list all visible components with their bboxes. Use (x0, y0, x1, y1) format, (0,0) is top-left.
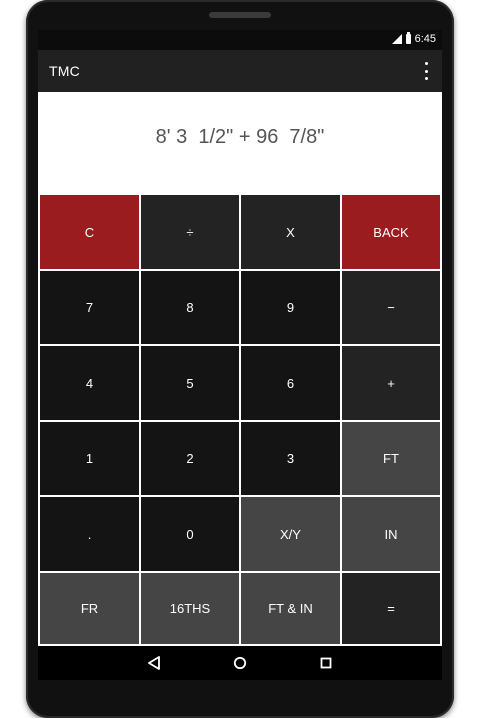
clear-key[interactable]: C (40, 195, 139, 269)
status-icons: 6:45 (391, 32, 436, 45)
overflow-menu-icon[interactable] (424, 62, 428, 80)
digit-0-key[interactable]: 0 (141, 497, 239, 571)
screen: 6:45 TMC 8' 3 1/2" + 96 7/8" C ÷ X BACK 7 8 9−… (38, 30, 442, 680)
digit-7-key[interactable]: 7 (40, 271, 139, 344)
digit-9-key[interactable]: 9 (241, 271, 340, 344)
digit-3-key[interactable]: 3 (241, 422, 340, 495)
equals-key[interactable]: = (342, 573, 440, 644)
digit-2-key[interactable]: 2 (141, 422, 239, 495)
digit-5-key[interactable]: 5 (141, 346, 239, 420)
feet-inches-key[interactable]: FT & IN (241, 573, 340, 644)
feet-key[interactable]: FT (342, 422, 440, 495)
digit-6-key[interactable]: 6 (241, 346, 340, 420)
nav-home-icon[interactable] (231, 654, 249, 672)
nav-back-icon[interactable] (145, 654, 163, 672)
expression-text: 8' 3 1/2" + 96 7/8" (155, 126, 325, 148)
inches-key[interactable]: IN (342, 497, 440, 571)
status-bar: 6:45 (38, 30, 442, 50)
navigation-bar (38, 646, 442, 680)
sixteenths-key[interactable]: 16THS (141, 573, 239, 644)
speaker-grille (209, 12, 271, 18)
keypad: C ÷ X BACK 7 8 9− 4 5 6 +1 2 3 FT. 0 X/Y IN FR 16THS FT & I… (38, 193, 442, 646)
app-title: TMC (49, 63, 80, 79)
fraction-mode-key[interactable]: FR (40, 573, 139, 644)
digit-8-key[interactable]: 8 (141, 271, 239, 344)
status-time: 6:45 (414, 33, 436, 45)
back-key[interactable]: BACK (342, 195, 440, 269)
decimal-key[interactable]: . (40, 497, 139, 571)
fraction-key[interactable]: X/Y (241, 497, 340, 571)
add-key[interactable]: + (342, 346, 440, 420)
tablet-frame: 6:45 TMC 8' 3 1/2" + 96 7/8" C ÷ X BACK 7 8 9−… (26, 0, 454, 718)
signal-icon (391, 34, 402, 44)
digit-4-key[interactable]: 4 (40, 346, 139, 420)
multiply-key[interactable]: X (241, 195, 340, 269)
digit-1-key[interactable]: 1 (40, 422, 139, 495)
calculator-display: 8' 3 1/2" + 96 7/8" (38, 92, 442, 193)
divide-key[interactable]: ÷ (141, 195, 239, 269)
app-toolbar: TMC (38, 50, 442, 92)
nav-recent-icon[interactable] (317, 654, 335, 672)
battery-icon (405, 32, 411, 44)
subtract-key[interactable]: − (342, 271, 440, 344)
